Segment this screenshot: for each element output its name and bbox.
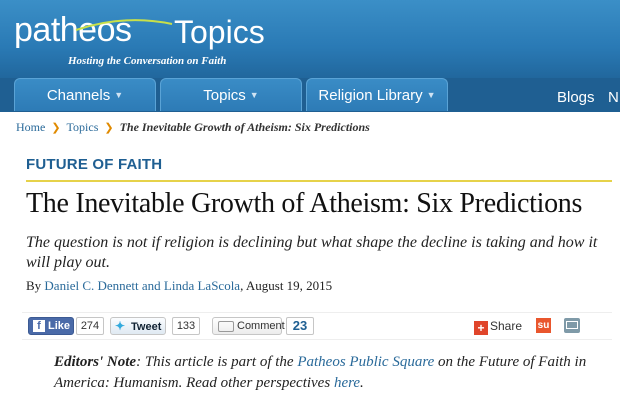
comment-button[interactable]: Comment bbox=[212, 317, 285, 335]
chevron-down-icon: ▼ bbox=[426, 90, 436, 100]
tweet-count: 133 bbox=[172, 317, 200, 335]
share-label: Share bbox=[490, 319, 523, 333]
facebook-icon: f bbox=[33, 320, 45, 332]
article-byline: By Daniel C. Dennett and Linda LaScola, … bbox=[26, 278, 332, 294]
byline-prefix: By bbox=[26, 278, 42, 293]
public-square-link[interactable]: Patheos Public Square bbox=[297, 354, 434, 370]
topics-logo[interactable]: Topics bbox=[174, 12, 265, 52]
article-title: The Inevitable Growth of Atheism: Six Pr… bbox=[26, 188, 583, 219]
chevron-right-icon: ❯ bbox=[104, 122, 114, 134]
like-label: Like bbox=[48, 320, 71, 332]
editors-note-text: : This article is part of the bbox=[136, 354, 298, 370]
editors-note-text: . bbox=[360, 375, 364, 391]
nav-link-blogs[interactable]: Blogs bbox=[557, 78, 595, 112]
nav-tab-topics[interactable]: Topics ▼ bbox=[160, 78, 302, 111]
perspectives-link[interactable]: here bbox=[334, 375, 360, 391]
email-icon[interactable] bbox=[564, 318, 580, 333]
editors-note: Editors' Note: This article is part of t… bbox=[54, 352, 612, 394]
breadcrumb-current: The Inevitable Growth of Atheism: Six Pr… bbox=[119, 120, 370, 134]
breadcrumb-topics[interactable]: Topics bbox=[67, 120, 99, 134]
nav-tab-label: Religion Library bbox=[318, 87, 423, 104]
social-share-bar: f Like 274 ✦ Tweet 133 Comment 23 + Share s… bbox=[22, 312, 612, 340]
main-nav: Channels ▼ Topics ▼ Religion Library ▼ Blog… bbox=[0, 78, 620, 112]
editors-note-label: Editors' Note bbox=[54, 354, 137, 370]
comment-icon bbox=[218, 321, 234, 332]
logo-swoosh-icon bbox=[75, 19, 173, 31]
tweet-button[interactable]: ✦ Tweet bbox=[110, 317, 166, 335]
chevron-down-icon: ▼ bbox=[114, 90, 124, 100]
section-heading[interactable]: FUTURE OF FAITH bbox=[26, 156, 162, 173]
breadcrumb: Home ❯ Topics ❯ The Inevitable Growth of Ath… bbox=[16, 120, 370, 135]
byline-date: , August 19, 2015 bbox=[240, 278, 333, 293]
breadcrumb-home[interactable]: Home bbox=[16, 120, 45, 134]
nav-tab-label: Topics bbox=[203, 87, 246, 104]
like-count: 274 bbox=[76, 317, 104, 335]
chevron-right-icon: ❯ bbox=[51, 122, 61, 134]
site-tagline: Hosting the Conversation on Faith bbox=[68, 55, 227, 67]
section-divider bbox=[26, 180, 612, 182]
nav-tab-religion-library[interactable]: Religion Library ▼ bbox=[306, 78, 448, 111]
tweet-label: Tweet bbox=[131, 321, 162, 333]
stumbleupon-icon[interactable]: su bbox=[536, 318, 551, 333]
nav-link-more[interactable]: N bbox=[608, 78, 619, 112]
twitter-icon: ✦ bbox=[115, 319, 126, 333]
comment-count: 23 bbox=[286, 317, 314, 335]
chevron-down-icon: ▼ bbox=[249, 90, 259, 100]
addthis-icon: + bbox=[474, 321, 488, 335]
share-button[interactable]: + Share bbox=[474, 318, 523, 335]
nav-tab-channels[interactable]: Channels ▼ bbox=[14, 78, 156, 111]
byline-authors[interactable]: Daniel C. Dennett and Linda LaScola bbox=[44, 278, 240, 293]
comment-label: Comment bbox=[237, 320, 285, 332]
facebook-like-button[interactable]: f Like bbox=[28, 317, 74, 335]
nav-tab-label: Channels bbox=[46, 87, 111, 104]
article-subtitle: The question is not if religion is decli… bbox=[26, 234, 598, 271]
site-header: patheos Topics Hosting the Conversation … bbox=[0, 0, 620, 78]
